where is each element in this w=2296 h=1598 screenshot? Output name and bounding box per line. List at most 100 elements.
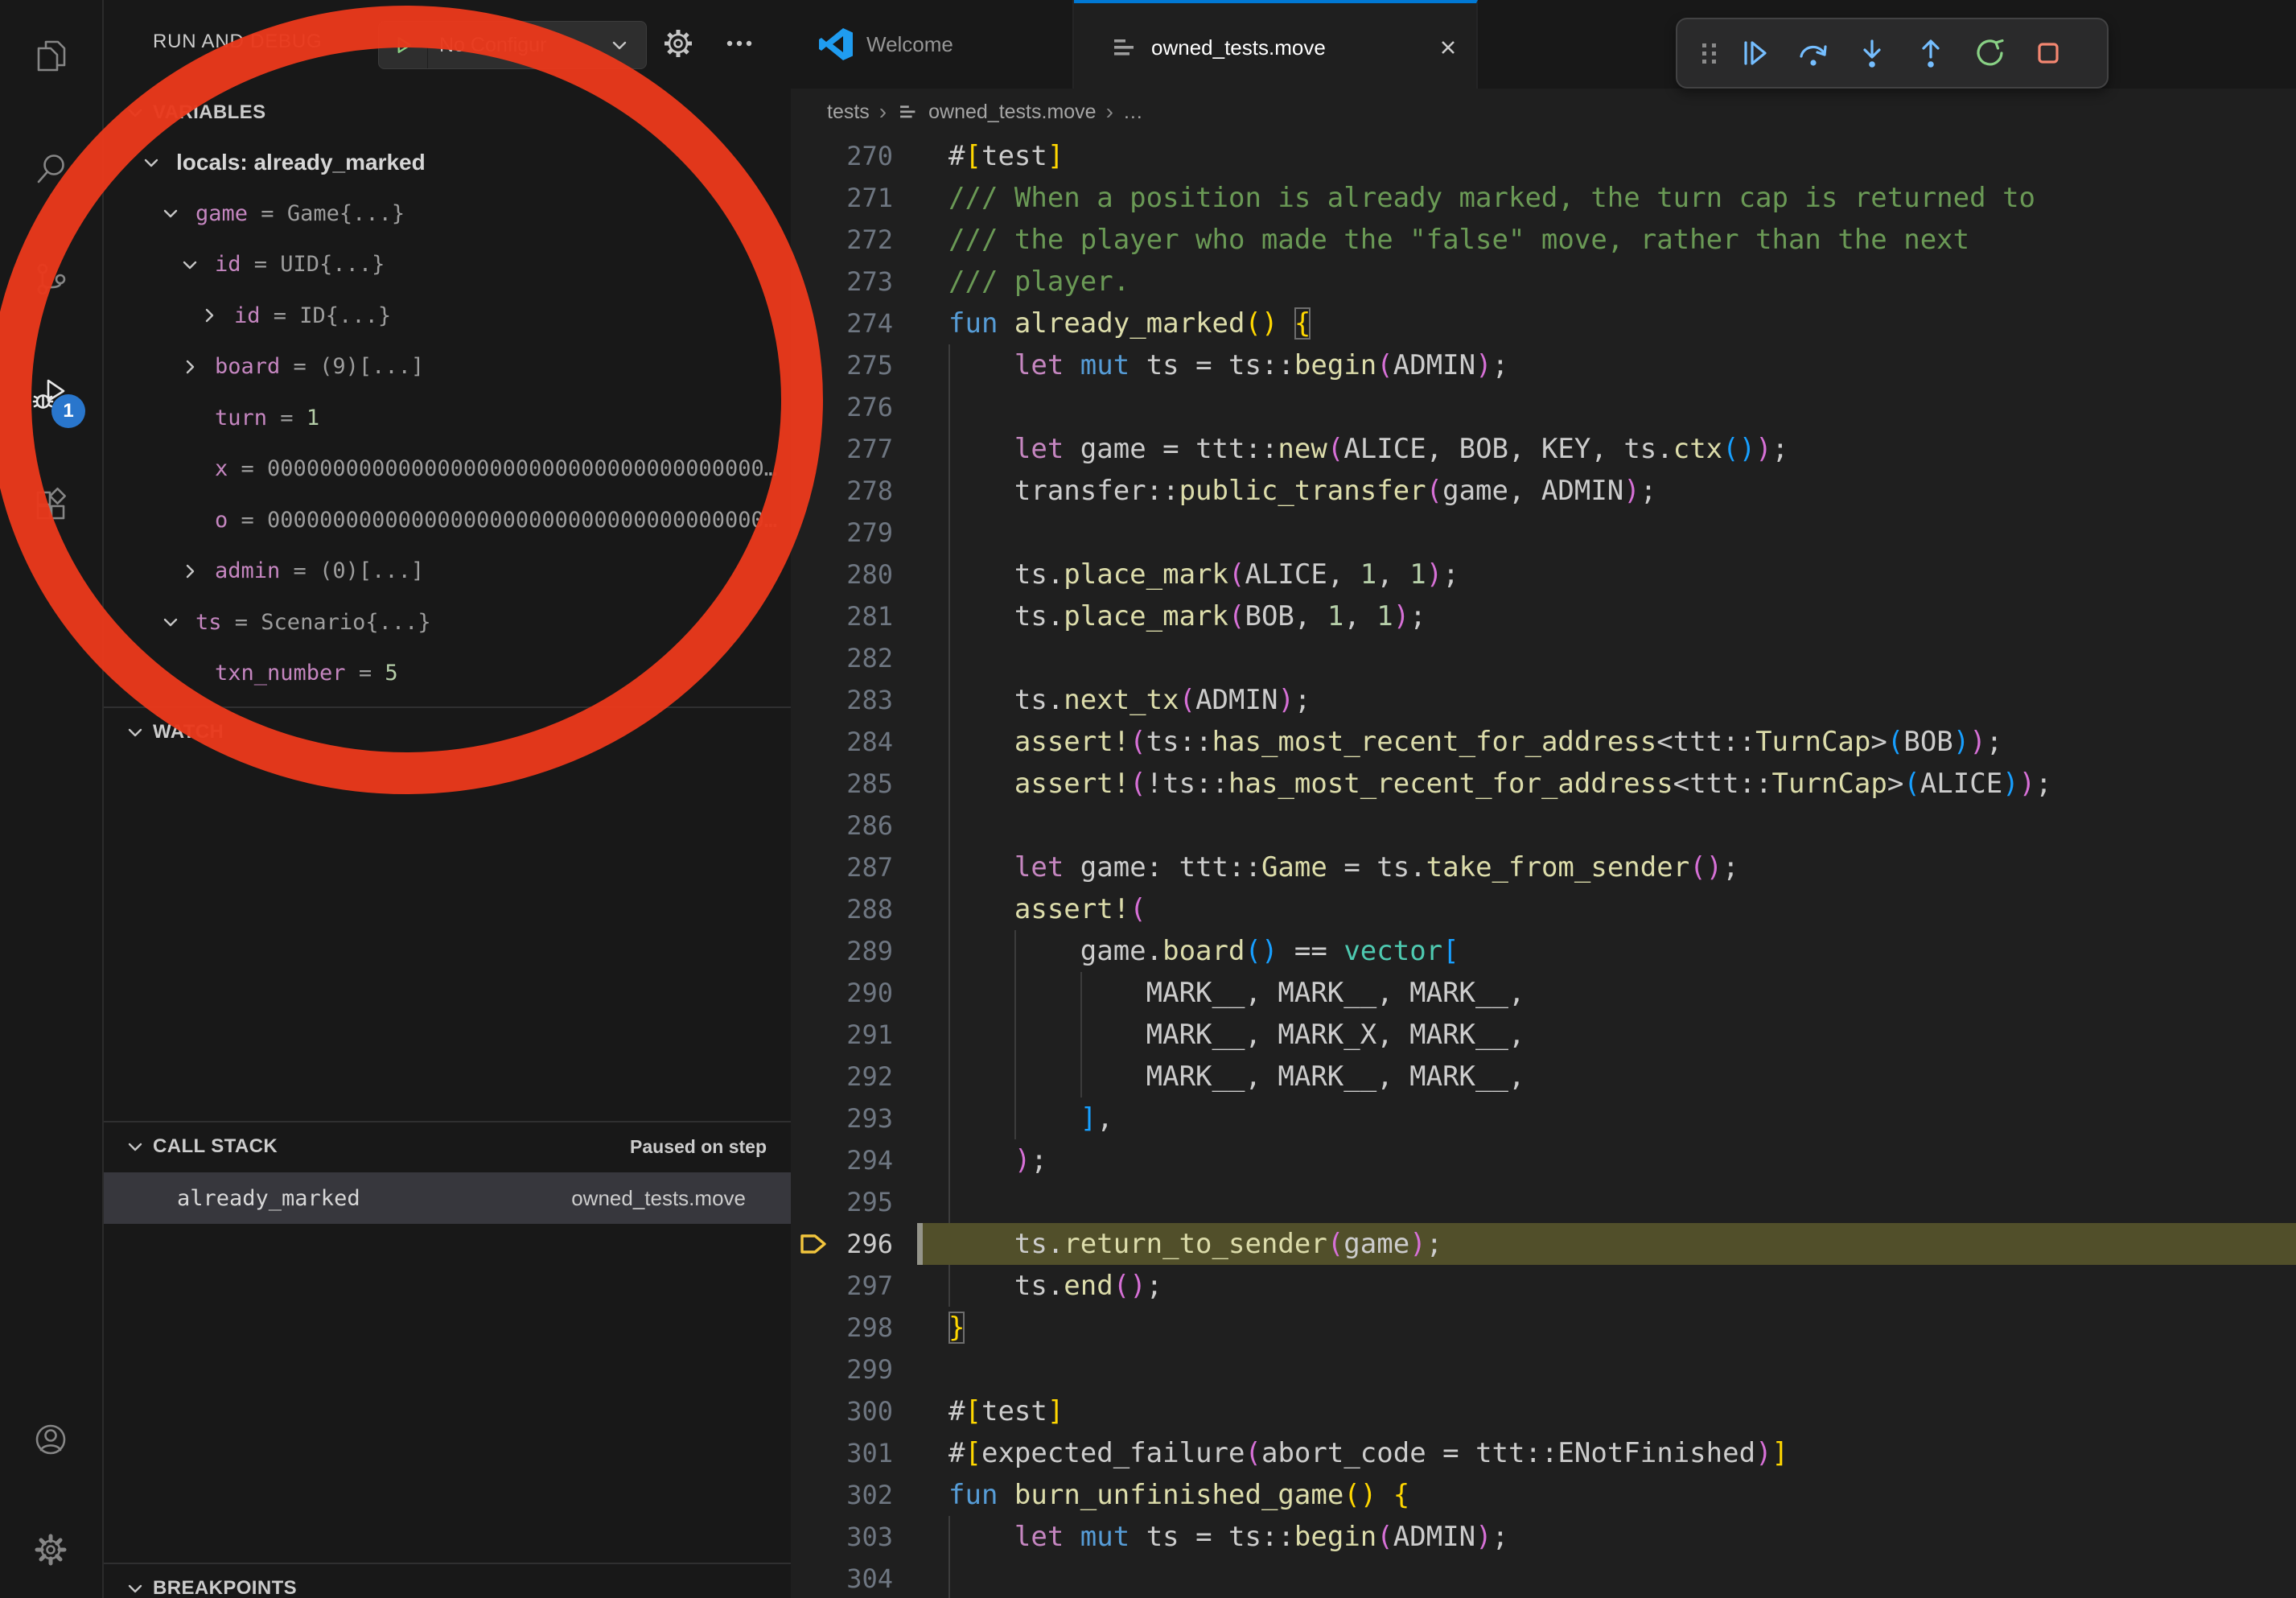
gutter-275[interactable]: 275 (791, 344, 917, 386)
code-text[interactable]: let mut ts = ts::begin(ADMIN); (917, 344, 2296, 386)
breadcrumb-item[interactable]: tests (827, 101, 870, 124)
code-text[interactable]: assert!(ts::has_most_recent_for_address<… (917, 721, 2296, 763)
variable-row-x[interactable]: x = 000000000000000000000000000000000000… (104, 443, 791, 495)
variable-row-board[interactable]: board = (9)[...] (104, 341, 791, 393)
section-call-stack[interactable]: CALL STACK Paused on step (104, 1122, 791, 1171)
gutter-303[interactable]: 303 (791, 1516, 917, 1558)
code-text[interactable] (917, 805, 2296, 846)
code-text[interactable] (917, 637, 2296, 679)
chevron-right-icon[interactable] (199, 305, 220, 326)
code-text[interactable]: #[test] (917, 135, 2296, 177)
code-line-289[interactable]: 289 game.board() == vector[ (791, 930, 2296, 972)
code-text[interactable]: #[test] (917, 1390, 2296, 1432)
gutter-279[interactable]: 279 (791, 512, 917, 554)
gutter-301[interactable]: 301 (791, 1432, 917, 1474)
chevron-down-icon[interactable] (141, 152, 162, 173)
extensions-icon[interactable] (32, 487, 70, 525)
code-text[interactable]: let game: ttt::Game = ts.take_from_sende… (917, 846, 2296, 888)
gutter-284[interactable]: 284 (791, 721, 917, 763)
gutter-280[interactable]: 280 (791, 554, 917, 595)
gutter-276[interactable]: 276 (791, 386, 917, 428)
gutter-292[interactable]: 292 (791, 1056, 917, 1098)
step-into-icon[interactable] (1854, 35, 1890, 71)
gutter-282[interactable]: 282 (791, 637, 917, 679)
code-text[interactable]: /// the player who made the "false" move… (917, 219, 2296, 261)
gutter-298[interactable]: 298 (791, 1307, 917, 1349)
code-line-299[interactable]: 299 (791, 1349, 2296, 1390)
stop-icon[interactable] (2031, 35, 2066, 71)
settings-gear-icon[interactable] (32, 1531, 70, 1569)
code-text[interactable] (917, 386, 2296, 428)
gutter-274[interactable]: 274 (791, 303, 917, 344)
search-icon[interactable] (32, 150, 70, 187)
code-line-295[interactable]: 295 (791, 1181, 2296, 1223)
code-line-302[interactable]: 302fun burn_unfinished_game() { (791, 1474, 2296, 1516)
code-text[interactable]: transfer::public_transfer(game, ADMIN); (917, 470, 2296, 512)
code-line-294[interactable]: 294 ); (791, 1139, 2296, 1181)
step-out-icon[interactable] (1913, 35, 1948, 71)
code-text[interactable]: ts.end(); (917, 1265, 2296, 1307)
debug-config-dropdown[interactable]: No Configur (378, 21, 647, 69)
chevron-down-icon[interactable] (179, 254, 200, 275)
code-text[interactable]: ], (917, 1098, 2296, 1139)
variable-row-id[interactable]: id = UID{...} (104, 239, 791, 290)
code-text[interactable]: game.board() == vector[ (917, 930, 2296, 972)
source-control-icon[interactable] (32, 260, 70, 298)
code-text[interactable]: fun burn_unfinished_game() { (917, 1474, 2296, 1516)
gutter-277[interactable]: 277 (791, 428, 917, 470)
breadcrumb-item[interactable]: … (1123, 101, 1143, 124)
code-line-292[interactable]: 292 MARK__, MARK__, MARK__, (791, 1056, 2296, 1098)
code-text[interactable]: MARK__, MARK__, MARK__, (917, 1056, 2296, 1098)
gutter-271[interactable]: 271 (791, 177, 917, 219)
code-text[interactable] (917, 512, 2296, 554)
gutter-285[interactable]: 285 (791, 763, 917, 805)
chevron-down-icon[interactable] (160, 612, 181, 632)
code-line-283[interactable]: 283 ts.next_tx(ADMIN); (791, 679, 2296, 721)
code-line-273[interactable]: 273/// player. (791, 261, 2296, 303)
code-text[interactable]: #[expected_failure(abort_code = ttt::ENo… (917, 1432, 2296, 1474)
code-text[interactable]: ts.place_mark(BOB, 1, 1); (917, 595, 2296, 637)
gutter-288[interactable]: 288 (791, 888, 917, 930)
gutter-272[interactable]: 272 (791, 219, 917, 261)
gutter-293[interactable]: 293 (791, 1098, 917, 1139)
code-line-277[interactable]: 277 let game = ttt::new(ALICE, BOB, KEY,… (791, 428, 2296, 470)
code-line-275[interactable]: 275 let mut ts = ts::begin(ADMIN); (791, 344, 2296, 386)
code-line-288[interactable]: 288 assert!( (791, 888, 2296, 930)
code-text[interactable] (917, 1558, 2296, 1598)
start-debug-icon[interactable] (379, 22, 428, 68)
code-text[interactable]: ts.next_tx(ADMIN); (917, 679, 2296, 721)
code-line-271[interactable]: 271/// When a position is already marked… (791, 177, 2296, 219)
gutter-302[interactable]: 302 (791, 1474, 917, 1516)
code-text[interactable]: } (917, 1307, 2296, 1349)
code-text[interactable]: MARK__, MARK__, MARK__, (917, 972, 2296, 1014)
code-line-304[interactable]: 304 (791, 1558, 2296, 1598)
code-text[interactable]: let game = ttt::new(ALICE, BOB, KEY, ts.… (917, 428, 2296, 470)
close-tab-icon[interactable] (1436, 35, 1460, 60)
explorer-icon[interactable] (32, 37, 70, 75)
code-line-272[interactable]: 272/// the player who made the "false" m… (791, 219, 2296, 261)
gutter-270[interactable]: 270 (791, 135, 917, 177)
code-text[interactable]: assert!(!ts::has_most_recent_for_address… (917, 763, 2296, 805)
code-text[interactable] (917, 1181, 2296, 1223)
code-line-276[interactable]: 276 (791, 386, 2296, 428)
code-line-303[interactable]: 303 let mut ts = ts::begin(ADMIN); (791, 1516, 2296, 1558)
gutter-283[interactable]: 283 (791, 679, 917, 721)
gutter-295[interactable]: 295 (791, 1181, 917, 1223)
code-text[interactable]: assert!( (917, 888, 2296, 930)
continue-icon[interactable] (1737, 35, 1772, 71)
code-line-281[interactable]: 281 ts.place_mark(BOB, 1, 1); (791, 595, 2296, 637)
code-text[interactable]: /// When a position is already marked, t… (917, 177, 2296, 219)
gutter-297[interactable]: 297 (791, 1265, 917, 1307)
code-line-298[interactable]: 298} (791, 1307, 2296, 1349)
section-variables[interactable]: VARIABLES (104, 89, 791, 137)
gutter-294[interactable]: 294 (791, 1139, 917, 1181)
code-text[interactable]: let mut ts = ts::begin(ADMIN); (917, 1516, 2296, 1558)
variable-row-id[interactable]: id = ID{...} (104, 290, 791, 342)
gutter-296[interactable]: 296 (791, 1223, 917, 1265)
gutter-278[interactable]: 278 (791, 470, 917, 512)
code-text[interactable]: MARK__, MARK_X, MARK__, (917, 1014, 2296, 1056)
variable-row-turn[interactable]: turn = 1 (104, 393, 791, 444)
code-line-297[interactable]: 297 ts.end(); (791, 1265, 2296, 1307)
variable-row-txn_number[interactable]: txn_number = 5 (104, 648, 791, 699)
section-breakpoints[interactable]: BREAKPOINTS (104, 1564, 791, 1598)
